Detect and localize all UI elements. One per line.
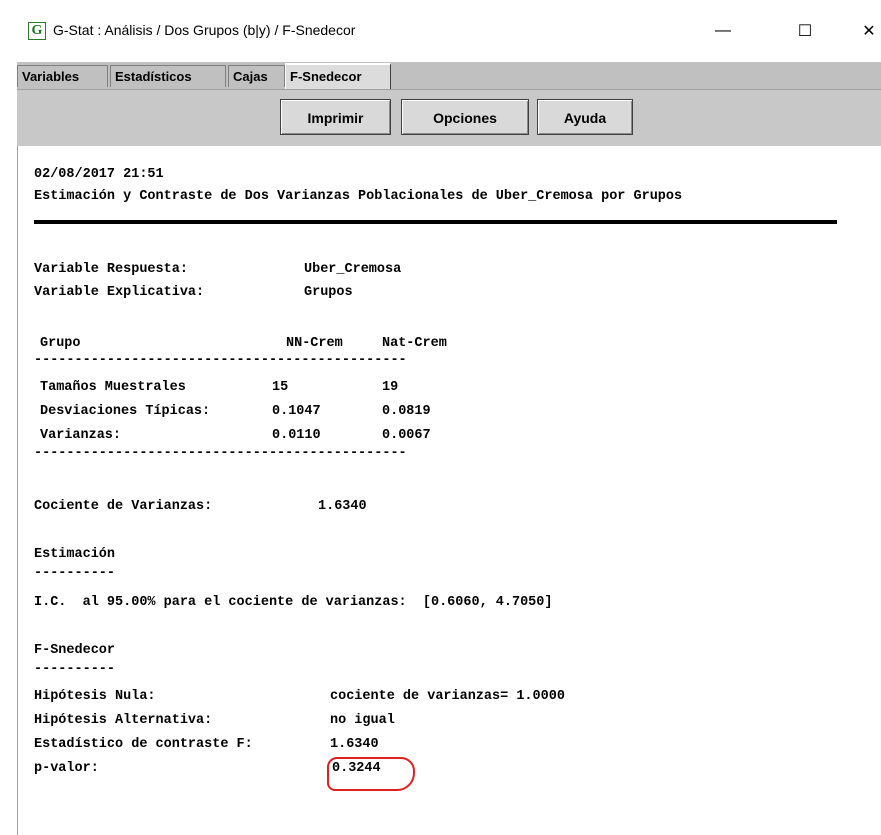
- minimize-button[interactable]: —: [703, 14, 743, 48]
- table-row-label: Tamaños Muestrales: [40, 380, 186, 395]
- null-hypothesis-value: cociente de varianzas= 1.0000: [330, 689, 565, 704]
- f-statistic-value: 1.6340: [330, 737, 379, 752]
- tab-estadisticos[interactable]: Estadísticos: [110, 65, 226, 87]
- tab-bar: Variables Estadísticos Cajas F-Snedecor: [17, 61, 881, 90]
- table-row-label: Desviaciones Típicas:: [40, 404, 211, 419]
- report-heading: Estimación y Contraste de Dos Varianzas …: [34, 189, 683, 204]
- estimation-underline: ----------: [34, 566, 116, 581]
- table-header-group: Grupo: [40, 336, 81, 351]
- table-cell: 19: [382, 380, 399, 395]
- tab-variables[interactable]: Variables: [17, 65, 108, 87]
- tab-f-snedecor[interactable]: F-Snedecor: [285, 63, 391, 89]
- gstat-app-icon: G: [28, 22, 46, 40]
- alt-hypothesis-value: no igual: [330, 713, 395, 728]
- table-separator-top: ----------------------------------------…: [34, 353, 407, 368]
- ratio-label: Cociente de Varianzas:: [34, 499, 213, 514]
- tab-cajas[interactable]: Cajas: [228, 65, 285, 87]
- response-value: Uber_Cremosa: [304, 262, 402, 277]
- table-cell: 0.0819: [382, 404, 431, 419]
- print-button[interactable]: Imprimir: [280, 99, 391, 135]
- explanatory-value: Grupos: [304, 285, 353, 300]
- report-timestamp: 02/08/2017 21:51: [34, 167, 164, 182]
- maximize-button[interactable]: ☐: [785, 14, 825, 48]
- app-window: G G-Stat : Análisis / Dos Grupos (b|y) /…: [0, 0, 881, 835]
- ratio-value: 1.6340: [318, 499, 367, 514]
- table-header-nn-crem: NN-Crem: [286, 336, 343, 351]
- window-title: G-Stat : Análisis / Dos Grupos (b|y) / F…: [53, 22, 356, 38]
- tab-label: F-Snedecor: [290, 69, 362, 84]
- double-rule: [34, 220, 837, 224]
- tab-label: Variables: [22, 69, 80, 84]
- table-cell: 0.0067: [382, 428, 431, 443]
- response-label: Variable Respuesta:: [34, 262, 188, 277]
- confidence-interval: I.C. al 95.00% para el cociente de varia…: [34, 595, 553, 610]
- minimize-icon: —: [715, 22, 731, 39]
- f-statistic-label: Estadístico de contraste F:: [34, 737, 253, 752]
- table-row-label: Varianzas:: [40, 428, 122, 443]
- tab-label: Estadísticos: [115, 69, 192, 84]
- options-button[interactable]: Opciones: [401, 99, 529, 135]
- p-value-label: p-valor:: [34, 761, 99, 776]
- table-cell: 15: [272, 380, 289, 395]
- toolbar: Imprimir Opciones Ayuda: [17, 89, 881, 147]
- table-cell: 0.0110: [272, 428, 321, 443]
- title-bar: G G-Stat : Análisis / Dos Grupos (b|y) /…: [0, 0, 881, 48]
- table-cell: 0.1047: [272, 404, 321, 419]
- estimation-title: Estimación: [34, 547, 116, 562]
- explanatory-label: Variable Explicativa:: [34, 285, 205, 300]
- red-annotation-circle: [327, 757, 415, 791]
- maximize-icon: ☐: [797, 23, 813, 40]
- report-output: 02/08/2017 21:51 Estimación y Contraste …: [17, 146, 881, 835]
- close-icon: ✕: [862, 23, 876, 40]
- test-title: F-Snedecor: [34, 643, 116, 658]
- tab-label: Cajas: [233, 69, 268, 84]
- table-header-nat-crem: Nat-Crem: [382, 336, 447, 351]
- test-underline: ----------: [34, 662, 116, 677]
- table-separator-bottom: ----------------------------------------…: [34, 446, 407, 461]
- close-button[interactable]: ✕: [849, 14, 881, 48]
- null-hypothesis-label: Hipótesis Nula:: [34, 689, 156, 704]
- help-button[interactable]: Ayuda: [537, 99, 633, 135]
- alt-hypothesis-label: Hipótesis Alternativa:: [34, 713, 213, 728]
